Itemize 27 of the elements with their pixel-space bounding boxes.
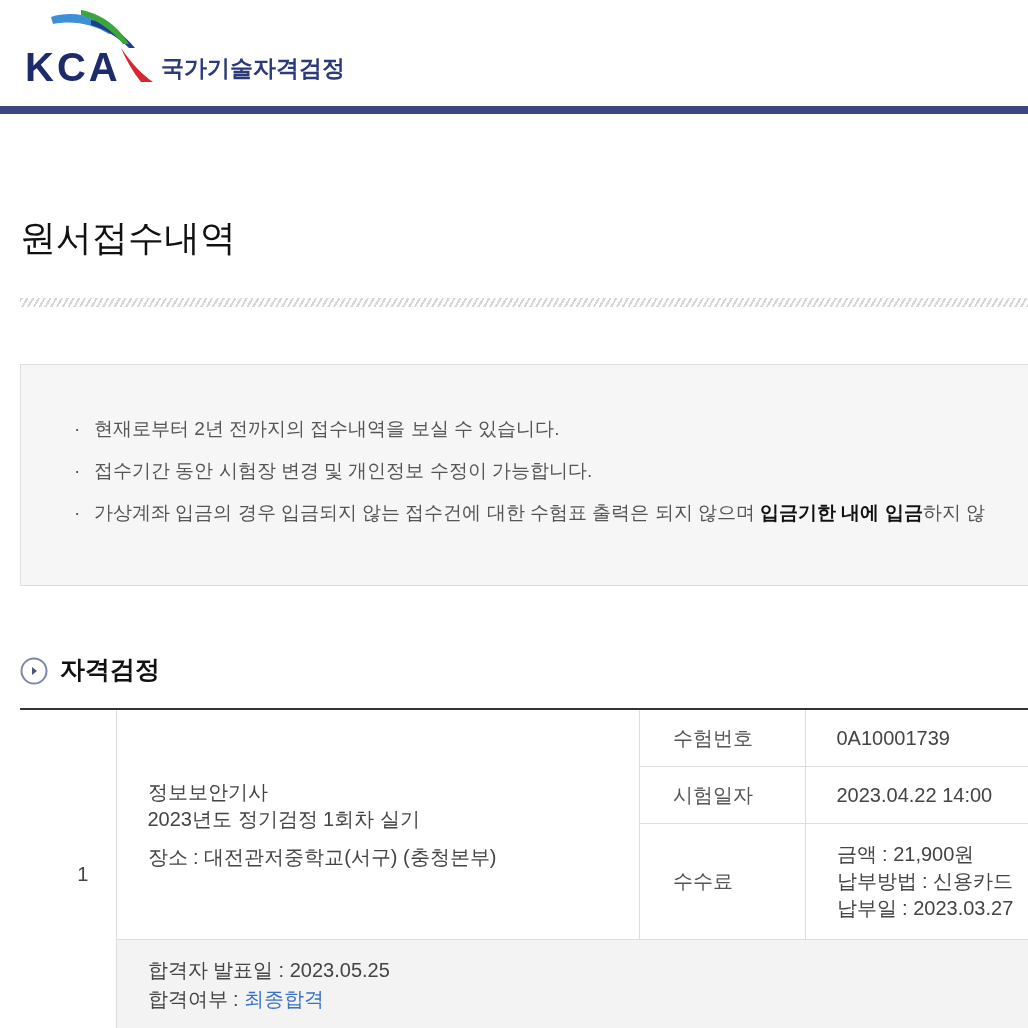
section-title: 자격검정 — [60, 654, 160, 685]
detail-label: 수험번호 — [639, 709, 805, 767]
bullet-dot: · — [74, 417, 82, 441]
detail-label: 시험일자 — [639, 766, 805, 824]
detail-value: 2023.04.22 14:00 — [836, 782, 994, 808]
exam-venue: 장소 : 대전관저중학교(서구) (충청본부) — [147, 844, 498, 870]
notice-text: 접수기간 동안 시험장 변경 및 개인정보 수정이 가능합니다. — [94, 459, 593, 483]
detail-value: 납부방법 : 신용카드 — [836, 869, 1015, 894]
page-title: 원서접수내역 — [20, 216, 236, 260]
announcement-date: 합격자 발표일 : 2023.05.25 — [147, 958, 391, 983]
bullet-dot: · — [74, 459, 82, 483]
notice-text: 가상계좌 입금의 경우 입금되지 않는 접수건에 대한 수험표 출력은 되지 않으며 입금기한 내에 입금하지 않 — [94, 501, 985, 525]
detail-value: 0A10001739 — [836, 725, 951, 751]
logo-swoosh-icon — [51, 10, 135, 48]
logo-stroke-icon — [120, 48, 153, 82]
exam-name: 정보보안기사 — [147, 779, 269, 805]
detail-value: 납부일 : 2023.03.27 — [836, 896, 1015, 921]
exam-session: 2023년도 정기검정 1회차 실기 — [147, 806, 421, 832]
notice-text: 현재로부터 2년 전까지의 접수내역을 보실 수 있습니다. — [94, 417, 560, 441]
pass-result-link[interactable]: 최종합격 — [244, 988, 325, 1010]
detail-label: 수수료 — [639, 823, 805, 940]
logo-text: KCA — [25, 52, 121, 82]
detail-value: 금액 : 21,900원 — [836, 842, 976, 867]
site-name: 국가기술자격검정 — [160, 54, 345, 82]
pass-status: 합격여부 : 최종합격 — [147, 987, 326, 1012]
row-number: 1 — [20, 709, 116, 1028]
bullet-dot: · — [74, 501, 82, 525]
